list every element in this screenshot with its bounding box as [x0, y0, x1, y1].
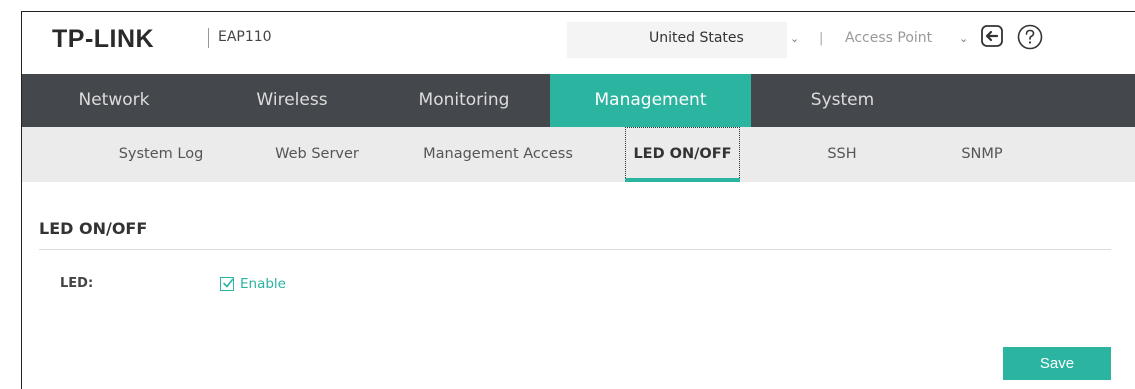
main-nav-monitoring[interactable]: Monitoring: [378, 74, 550, 127]
led-enable-checkbox[interactable]: Enable: [220, 276, 286, 292]
country-select[interactable]: United States: [649, 30, 744, 46]
chevron-down-icon[interactable]: ⌄: [959, 32, 968, 45]
header: TP-LINK EAP110 United States ⌄ | Access …: [22, 12, 1135, 74]
checkmark-icon: [223, 278, 234, 288]
enable-label: Enable: [240, 276, 286, 292]
active-tab-underline: [625, 178, 740, 182]
main-nav-network[interactable]: Network: [22, 74, 206, 127]
chevron-down-icon[interactable]: ⌄: [790, 32, 799, 45]
sub-nav-web-server[interactable]: Web Server: [257, 127, 377, 182]
main-nav: Network Wireless Monitoring Management S…: [22, 74, 1135, 127]
save-button[interactable]: Save: [1003, 347, 1111, 380]
brand-logo: TP-LINK: [52, 25, 155, 53]
logo-divider: [208, 28, 209, 48]
sub-nav-led-on-off[interactable]: LED ON/OFF: [625, 127, 740, 182]
main-nav-system[interactable]: System: [751, 74, 934, 127]
device-model: EAP110: [218, 29, 272, 45]
header-separator: |: [819, 31, 824, 46]
main-nav-management[interactable]: Management: [550, 74, 751, 127]
app-frame: TP-LINK EAP110 United States ⌄ | Access …: [21, 11, 1135, 389]
section-title: LED ON/OFF: [39, 219, 148, 238]
main-nav-wireless[interactable]: Wireless: [206, 74, 378, 127]
sub-nav-ssh[interactable]: SSH: [797, 127, 887, 182]
led-field-label: LED:: [60, 276, 94, 291]
section-divider: [39, 249, 1111, 250]
sub-nav-management-access[interactable]: Management Access: [408, 127, 588, 182]
sub-nav-system-log[interactable]: System Log: [96, 127, 226, 182]
help-icon[interactable]: [1017, 24, 1043, 50]
mode-select[interactable]: Access Point: [845, 30, 932, 46]
checkbox-box[interactable]: [220, 277, 234, 291]
sub-nav: System Log Web Server Management Access …: [22, 127, 1135, 182]
sub-nav-snmp[interactable]: SNMP: [937, 127, 1027, 182]
logout-icon[interactable]: [980, 24, 1004, 48]
